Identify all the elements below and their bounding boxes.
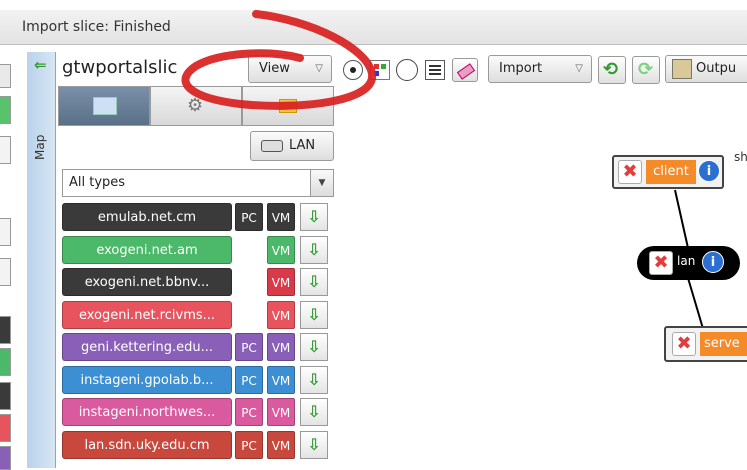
red-annotation-circle	[181, 10, 376, 110]
